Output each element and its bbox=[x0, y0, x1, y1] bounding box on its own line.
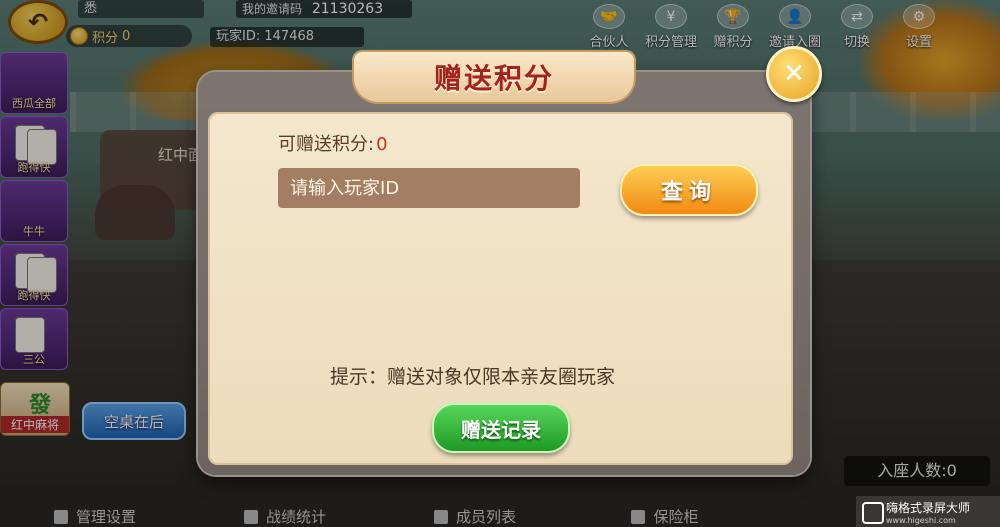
hint-text: 提示：赠送对象仅限本亲友圈玩家 bbox=[330, 366, 616, 388]
giftable-points-value: 0 bbox=[376, 134, 388, 155]
dialog-title-banner: 赠送积分 bbox=[354, 52, 634, 102]
watermark-url: www.higeshi.com bbox=[886, 515, 956, 525]
giftable-points: 可赠送积分: 0 bbox=[278, 130, 388, 156]
player-id-input[interactable] bbox=[278, 168, 580, 208]
close-icon: ✕ bbox=[783, 59, 805, 89]
query-button[interactable]: 查询 bbox=[620, 164, 758, 216]
watermark-title: 嗨格式录屏大师 bbox=[886, 500, 971, 515]
recorder-watermark: 嗨格式录屏大师 www.higeshi.com bbox=[856, 496, 1000, 527]
gift-record-button[interactable]: 赠送记录 bbox=[432, 403, 570, 453]
dialog-title: 赠送积分 bbox=[433, 62, 554, 95]
recorder-icon bbox=[862, 502, 884, 524]
close-button[interactable]: ✕ bbox=[766, 46, 822, 102]
giftable-points-label: 可赠送积分: bbox=[278, 134, 375, 155]
